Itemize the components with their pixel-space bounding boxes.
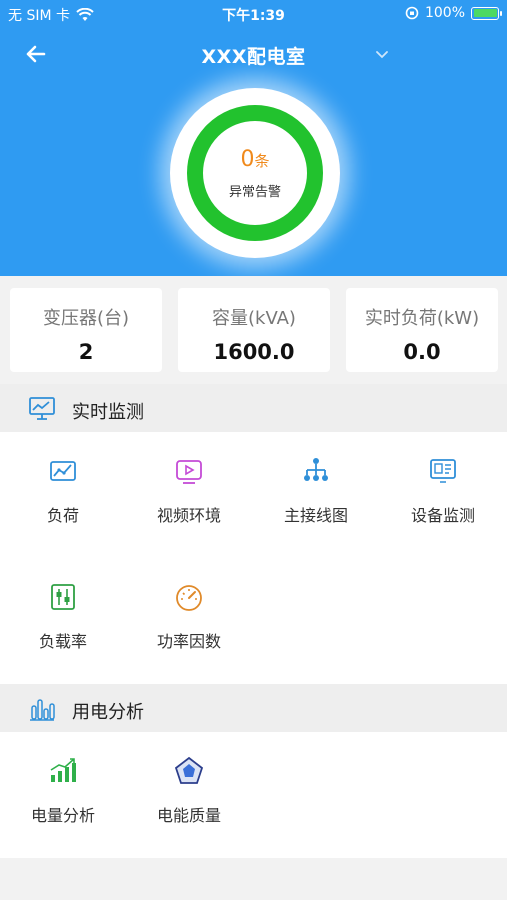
tile-label: 负荷 [46,506,79,525]
tile-label: 主接线图 [283,506,348,525]
load-chart-icon [50,461,76,481]
alarm-count: 0 [240,147,255,172]
stat-value: 2 [78,340,94,364]
wiring-diagram-icon [304,458,328,481]
stats-row: 变压器(台) 2 容量(kVA) 1600.0 实时负荷(kW) 0.0 [0,276,507,384]
stat-card-capacity: 容量(kVA) 1600.0 [178,288,330,372]
analysis-grid: 电量分析 电能质量 [0,732,507,858]
orientation-lock-icon [405,6,419,20]
tile-video-environment[interactable]: 视频环境 [126,432,252,552]
stat-label: 变压器(台) [42,308,130,329]
tile-label: 功率因数 [156,632,221,651]
tile-label: 电能质量 [156,806,221,825]
tile-power-quality[interactable]: 电能质量 [126,732,252,852]
section-title: 用电分析 [72,702,144,723]
load-rate-slider-icon [51,584,75,610]
stat-card-transformers: 变压器(台) 2 [10,288,162,372]
tile-load-rate[interactable]: 负载率 [0,558,126,678]
tile-label: 电量分析 [30,806,95,825]
alarm-label: 异常告警 [228,185,281,200]
bar-chart-icon [30,699,55,721]
battery-icon [471,6,502,20]
realtime-grid: 负荷 视频环境 主接线图 设备监测 负载率 功率因数 [0,432,507,684]
video-play-icon [176,460,202,484]
tile-label: 设备监测 [410,506,475,525]
power-quality-icon [174,756,204,784]
page-title[interactable]: XXX配电室 [0,42,507,69]
section-title: 实时监测 [72,402,144,423]
status-bar: 无 SIM 卡 下午1:39 100% [0,0,507,28]
tile-label: 负载率 [38,632,87,651]
stat-label: 实时负荷(kW) [364,308,480,329]
device-monitor-icon [430,459,456,483]
alarm-unit: 条 [254,152,270,170]
stat-label: 容量(kVA) [212,308,296,329]
tile-wiring-diagram[interactable]: 主接线图 [253,432,379,552]
nav-bar: XXX配电室 [0,30,507,78]
chevron-down-icon[interactable] [372,44,392,64]
stat-value: 0.0 [403,340,441,364]
tile-device-monitor[interactable]: 设备监测 [380,432,506,552]
battery-percent: 100% [424,5,465,21]
monitor-chart-icon [29,397,55,420]
header-area: 无 SIM 卡 下午1:39 100% XXX配电室 0条 异常告警 [0,0,507,276]
alarm-ring: 0条 异常告警 [187,105,323,241]
stat-card-realtime-load: 实时负荷(kW) 0.0 [346,288,498,372]
power-factor-gauge-icon [176,585,202,611]
alarm-gauge[interactable]: 0条 异常告警 [170,88,340,258]
tile-load[interactable]: 负荷 [0,432,126,552]
tile-label: 视频环境 [156,506,221,525]
section-header-analysis: 用电分析 [0,684,507,732]
stat-value: 1600.0 [213,340,295,364]
tile-energy-analysis[interactable]: 电量分析 [0,732,126,852]
energy-trend-icon [50,758,76,782]
section-header-realtime: 实时监测 [0,384,507,432]
tile-power-factor[interactable]: 功率因数 [126,558,252,678]
